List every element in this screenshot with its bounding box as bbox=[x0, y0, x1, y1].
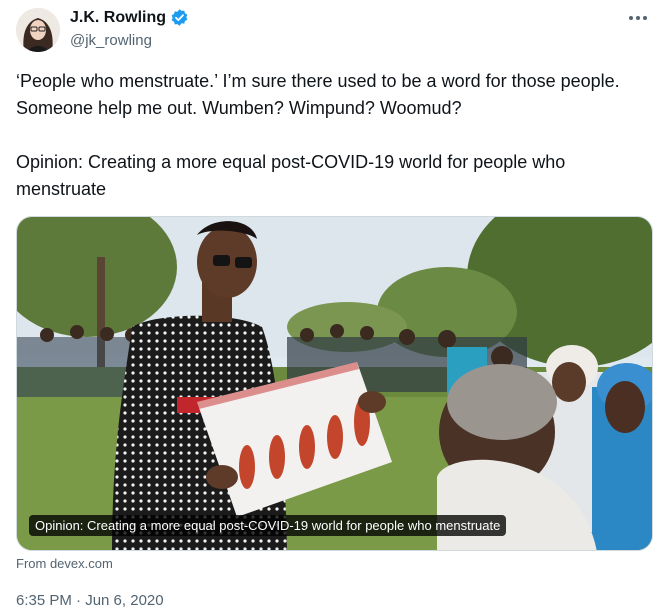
more-horizontal-icon[interactable] bbox=[626, 8, 650, 28]
author-display-name[interactable]: J.K. Rowling bbox=[70, 9, 166, 27]
author-handle[interactable]: @jk_rowling bbox=[70, 32, 152, 49]
avatar[interactable] bbox=[16, 8, 60, 52]
verified-badge-icon bbox=[170, 8, 189, 27]
card-source-link[interactable]: From devex.com bbox=[16, 556, 113, 571]
card-caption: Opinion: Creating a more equal post-COVI… bbox=[29, 515, 507, 536]
avatar-image bbox=[16, 8, 60, 52]
author-name-row[interactable]: J.K. Rowling bbox=[70, 8, 189, 27]
card-image bbox=[17, 217, 652, 550]
link-card[interactable]: Opinion: Creating a more equal post-COVI… bbox=[16, 216, 653, 551]
tweet-timestamp[interactable]: 6:35 PM · Jun 6, 2020 bbox=[16, 592, 164, 609]
tweet-text: ‘People who menstruate.’ I’m sure there … bbox=[16, 71, 620, 199]
